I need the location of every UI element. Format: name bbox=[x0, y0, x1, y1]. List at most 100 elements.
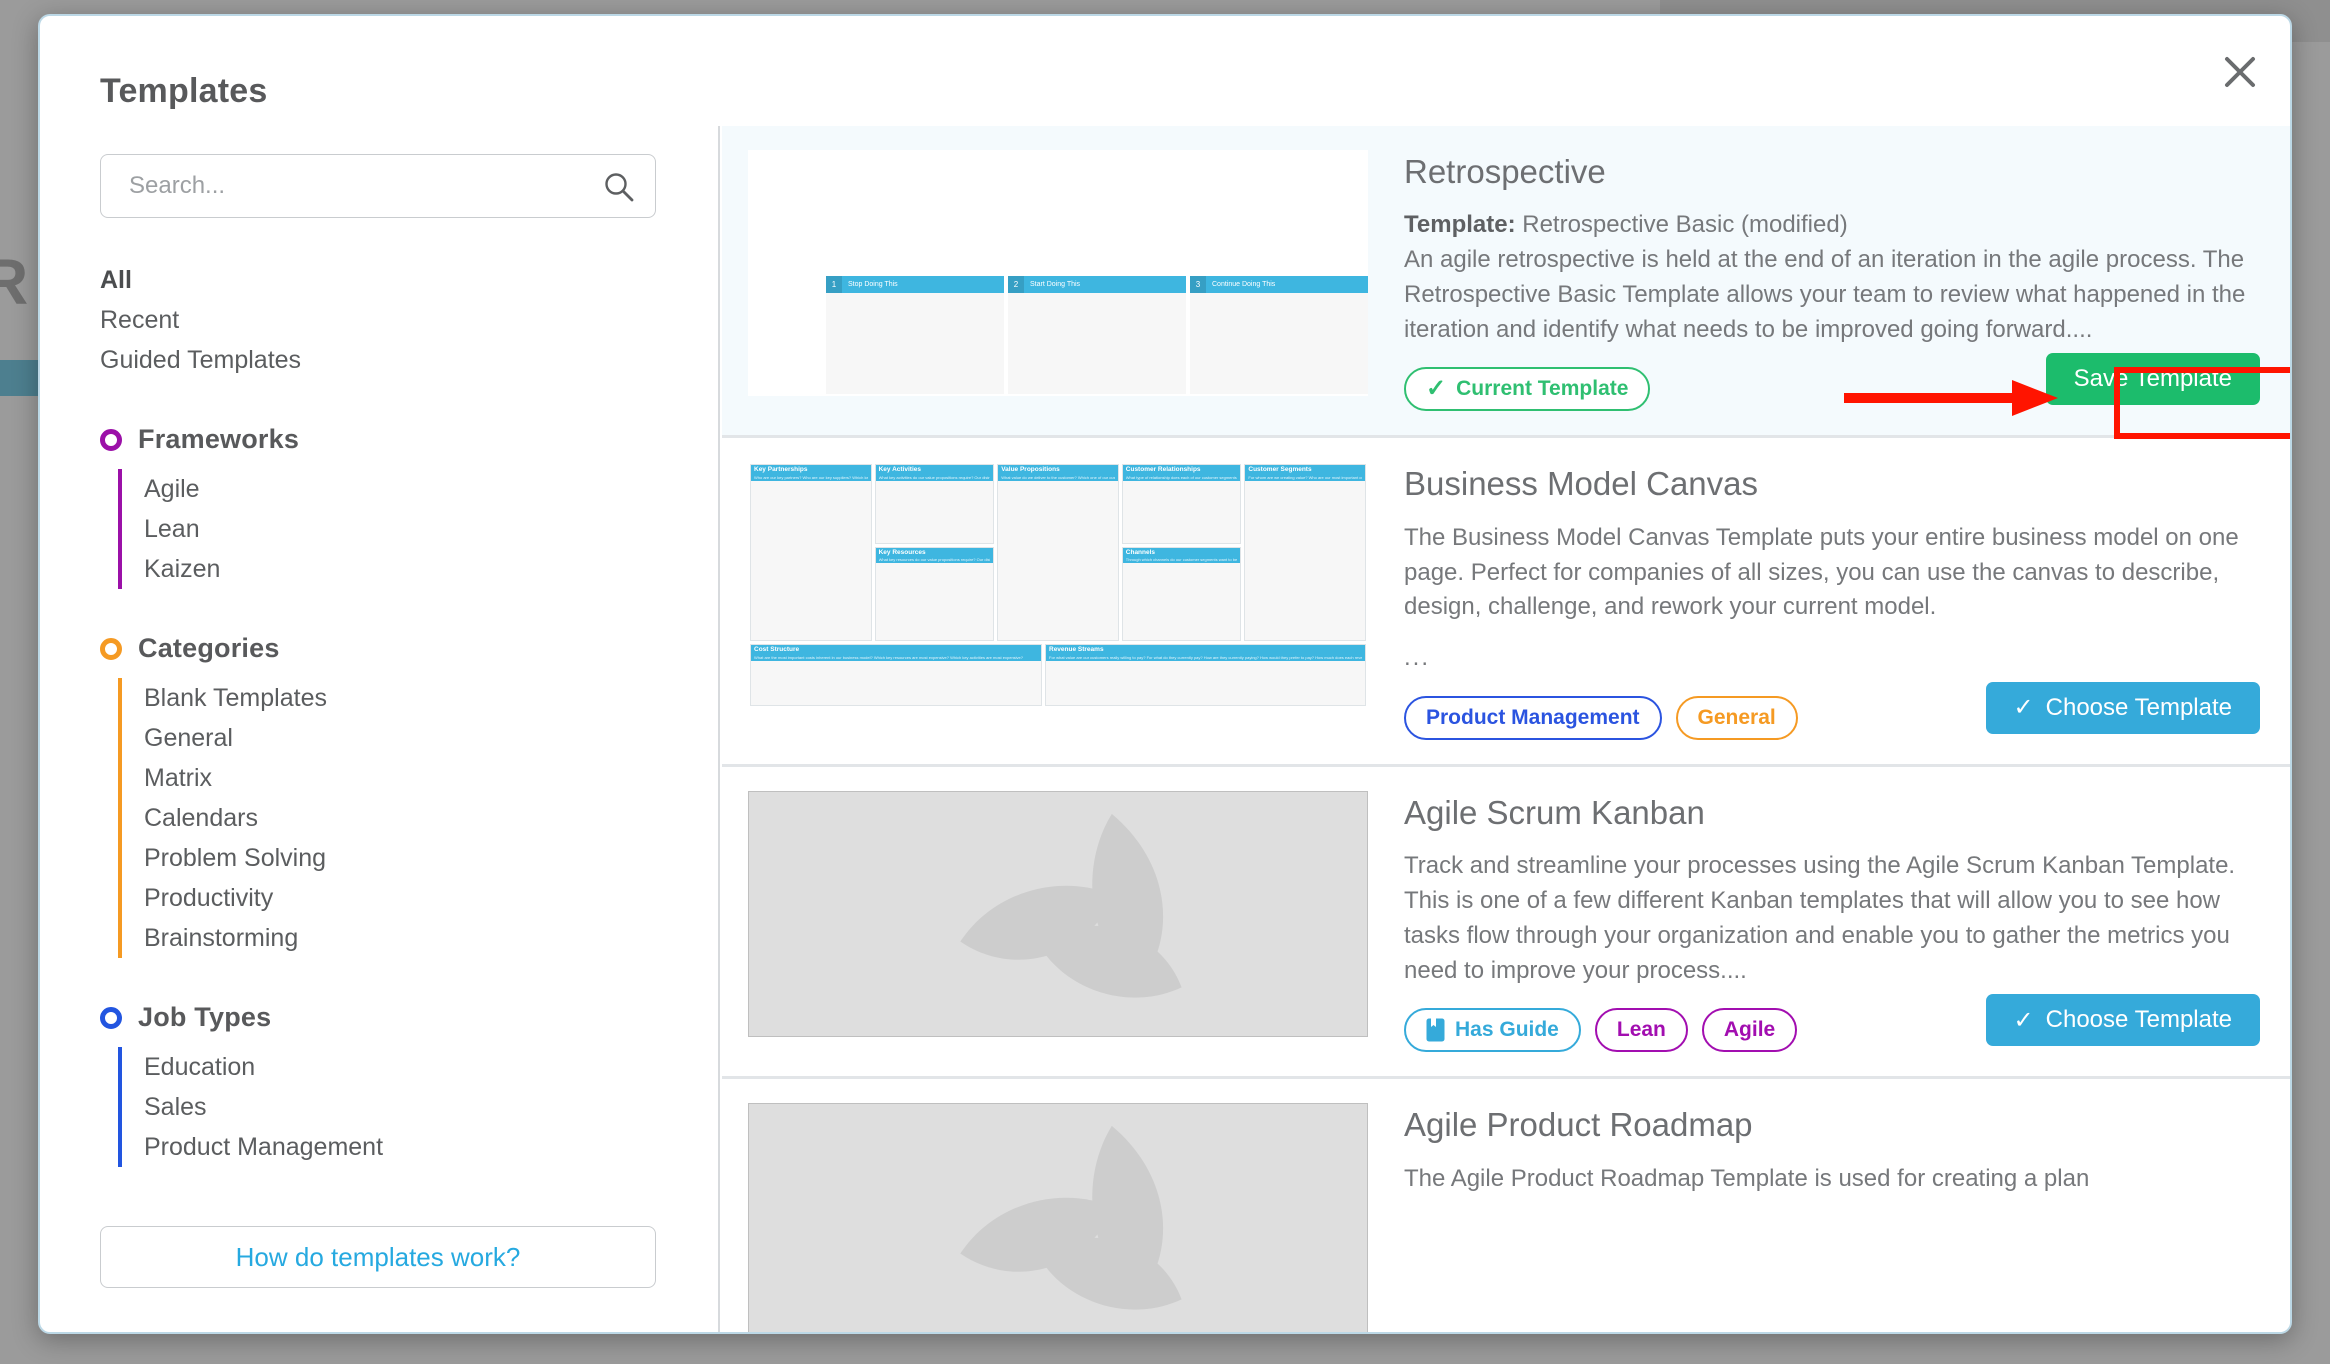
button-label: Choose Template bbox=[2045, 1006, 2232, 1034]
cell-title: Customer Segments bbox=[1248, 466, 1312, 474]
badge-label: Agile bbox=[1723, 1018, 1776, 1042]
cell-sub: For what value are our customers really … bbox=[1049, 654, 1362, 660]
column-number: 3 bbox=[1190, 276, 1206, 293]
search-input[interactable] bbox=[101, 155, 655, 217]
column-label: Start Doing This bbox=[1030, 281, 1081, 288]
sidebar-item-recent[interactable]: Recent bbox=[100, 300, 676, 340]
save-template-button[interactable]: Save Template bbox=[2045, 353, 2260, 406]
sidebar-item-kaizen[interactable]: Kaizen bbox=[144, 549, 676, 589]
column-number: 1 bbox=[826, 276, 842, 293]
sidebar-item-education[interactable]: Education bbox=[144, 1047, 676, 1087]
template-card-agile-product-roadmap[interactable]: Agile Product Roadmap The Agile Product … bbox=[722, 1079, 2290, 1332]
description-template-name: Retrospective Basic (modified) bbox=[1515, 211, 1848, 239]
cell-title: Revenue Streams bbox=[1049, 646, 1104, 654]
group-header[interactable]: Job Types bbox=[100, 1002, 676, 1033]
sidebar-item-blank-templates[interactable]: Blank Templates bbox=[144, 678, 676, 718]
search-box[interactable] bbox=[100, 154, 656, 218]
cell-sub: What type of relationship does each of o… bbox=[1125, 474, 1238, 480]
templates-sidebar: All Recent Guided Templates Frameworks A… bbox=[40, 126, 720, 1332]
template-info: Retrospective Template: Retrospective Ba… bbox=[1368, 150, 2260, 412]
template-title: Agile Scrum Kanban bbox=[1404, 793, 1705, 831]
sidebar-item-brainstorming[interactable]: Brainstorming bbox=[144, 918, 676, 958]
group-header[interactable]: Frameworks bbox=[100, 424, 676, 455]
cell-title: Value Propositions bbox=[1001, 466, 1060, 474]
column-body bbox=[1190, 293, 1368, 394]
sidebar-item-agile[interactable]: Agile bbox=[144, 469, 676, 509]
cell-sub: For whom are we creating value? Who are … bbox=[1248, 474, 1362, 480]
group-title: Categories bbox=[138, 633, 280, 663]
cell-title: Channels bbox=[1125, 548, 1156, 556]
template-thumbnail[interactable] bbox=[748, 1103, 1368, 1332]
description-ellipsis: ... bbox=[1404, 644, 1431, 672]
sidebar-group-categories: Categories Blank Templates General Matri… bbox=[100, 633, 676, 958]
template-description: The Business Model Canvas Template puts … bbox=[1404, 521, 2260, 676]
sidebar-item-guided-templates[interactable]: Guided Templates bbox=[100, 340, 676, 380]
column-label: Continue Doing This bbox=[1212, 281, 1276, 288]
template-thumbnail[interactable]: Key Partnerships Who are our key partner… bbox=[748, 462, 1368, 709]
cell-title: Customer Relationships bbox=[1125, 466, 1201, 474]
check-icon: ✓ bbox=[2013, 1006, 2034, 1034]
badge-label: Lean bbox=[1616, 1018, 1666, 1042]
sidebar-item-sales[interactable]: Sales bbox=[144, 1087, 676, 1127]
column-body bbox=[826, 293, 1004, 394]
group-items: Education Sales Product Management bbox=[118, 1047, 676, 1167]
sidebar-item-all[interactable]: All bbox=[100, 260, 676, 300]
cell-title: Key Activities bbox=[878, 466, 921, 474]
retrospective-board-preview: 1 Stop Doing This 2 Start Doing This 3 C… bbox=[750, 166, 1368, 396]
template-title: Retrospective bbox=[1404, 153, 1606, 190]
template-description: The Agile Product Roadmap Template is us… bbox=[1404, 1164, 2090, 1192]
tag-lean[interactable]: Lean bbox=[1594, 1008, 1688, 1053]
sidebar-item-general[interactable]: General bbox=[144, 718, 676, 758]
template-list[interactable]: 1 Stop Doing This 2 Start Doing This 3 C… bbox=[722, 126, 2290, 1332]
template-card-retrospective[interactable]: 1 Stop Doing This 2 Start Doing This 3 C… bbox=[722, 126, 2290, 440]
page-title: Templates bbox=[100, 72, 268, 110]
sidebar-item-lean[interactable]: Lean bbox=[144, 509, 676, 549]
badge-label: General bbox=[1697, 705, 1776, 729]
badge-label: Product Management bbox=[1426, 705, 1640, 729]
board-column: 1 Stop Doing This bbox=[826, 276, 1004, 394]
sidebar-group-job-types: Job Types Education Sales Product Manage… bbox=[100, 1002, 676, 1167]
template-info: Agile Product Roadmap The Agile Product … bbox=[1368, 1103, 2260, 1332]
backdrop-partial-logo: R bbox=[0, 246, 29, 318]
template-description: Template: Retrospective Basic (modified)… bbox=[1404, 208, 2260, 347]
how-do-templates-work-button[interactable]: How do templates work? bbox=[100, 1226, 656, 1288]
template-card-business-model-canvas[interactable]: Key Partnerships Who are our key partner… bbox=[722, 438, 2290, 767]
placeholder-image-icon bbox=[960, 1126, 1182, 1311]
group-header[interactable]: Categories bbox=[100, 633, 676, 664]
template-card-agile-scrum-kanban[interactable]: Agile Scrum Kanban Track and streamline … bbox=[722, 767, 2290, 1080]
template-thumbnail[interactable]: 1 Stop Doing This 2 Start Doing This 3 C… bbox=[748, 150, 1368, 396]
close-icon[interactable] bbox=[2212, 44, 2268, 100]
sidebar-item-product-management[interactable]: Product Management bbox=[144, 1127, 676, 1167]
tag-agile[interactable]: Agile bbox=[1701, 1008, 1798, 1053]
sidebar-item-matrix[interactable]: Matrix bbox=[144, 758, 676, 798]
tag-product-management[interactable]: Product Management bbox=[1404, 695, 1662, 740]
badge-has-guide[interactable]: Has Guide bbox=[1404, 1008, 1581, 1053]
template-description: Track and streamline your processes usin… bbox=[1404, 852, 2236, 984]
cell-sub: What are the most important costs inhere… bbox=[754, 654, 1024, 660]
tag-general[interactable]: General bbox=[1675, 695, 1798, 740]
column-number: 2 bbox=[1008, 276, 1024, 293]
search-icon[interactable] bbox=[603, 171, 635, 208]
quick-filter-list: All Recent Guided Templates bbox=[100, 260, 676, 380]
group-items: Blank Templates General Matrix Calendars… bbox=[118, 678, 676, 958]
column-body bbox=[1008, 293, 1186, 394]
template-thumbnail[interactable] bbox=[748, 790, 1368, 1037]
cell-sub: What key activities do our value proposi… bbox=[878, 474, 991, 480]
choose-template-button[interactable]: ✓ Choose Template bbox=[1985, 681, 2260, 734]
choose-template-button[interactable]: ✓ Choose Template bbox=[1985, 994, 2260, 1047]
cell-sub: What value do we deliver to the customer… bbox=[1001, 474, 1115, 480]
button-label: Choose Template bbox=[2045, 693, 2232, 721]
book-icon bbox=[1426, 1018, 1445, 1042]
sidebar-item-problem-solving[interactable]: Problem Solving bbox=[144, 838, 676, 878]
check-icon: ✓ bbox=[1426, 375, 1447, 403]
column-label: Stop Doing This bbox=[848, 281, 898, 288]
cell-title: Key Resources bbox=[878, 548, 926, 556]
sidebar-item-productivity[interactable]: Productivity bbox=[144, 878, 676, 918]
cell-title: Key Partnerships bbox=[754, 466, 808, 474]
board-column: 2 Start Doing This bbox=[1008, 276, 1186, 394]
cell-sub: Who are our key partners? Who are our ke… bbox=[754, 474, 868, 480]
cell-sub: Through which channels do our customer s… bbox=[1125, 556, 1238, 562]
sidebar-item-calendars[interactable]: Calendars bbox=[144, 798, 676, 838]
placeholder-image-icon bbox=[960, 813, 1182, 998]
status-badge-current-template[interactable]: ✓ Current Template bbox=[1404, 367, 1651, 412]
